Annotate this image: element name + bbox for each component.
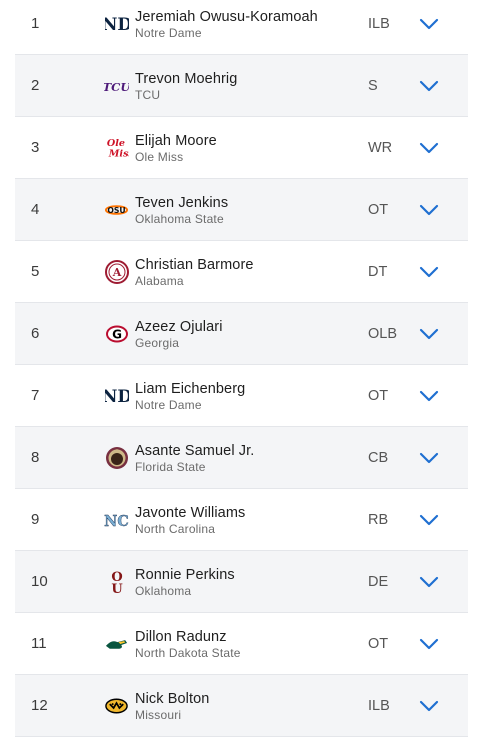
player-position: OT <box>368 635 389 652</box>
svg-text:ND: ND <box>105 387 129 407</box>
prospect-row[interactable]: 5 A Christian Barmore Alabama DT <box>15 241 468 303</box>
chevron-down-icon[interactable] <box>416 572 442 592</box>
player-name: Javonte Williams <box>135 505 246 521</box>
prospect-row[interactable]: 10 OU Ronnie Perkins Oklahoma DE <box>15 551 468 613</box>
chevron-down-icon[interactable] <box>416 386 442 406</box>
rank-number: 3 <box>31 139 40 156</box>
player-position: OT <box>368 201 389 218</box>
tcu-logo: TCU <box>104 73 129 98</box>
oklahoma-state-logo: OSU <box>104 197 129 222</box>
school-name: North Dakota State <box>135 646 241 660</box>
school-name: North Carolina <box>135 522 216 536</box>
player-name: Azeez Ojulari <box>135 319 223 335</box>
school-name: Oklahoma <box>135 584 192 598</box>
school-name: Notre Dame <box>135 26 202 40</box>
player-position: ILB <box>368 697 390 714</box>
player-position: ILB <box>368 15 390 32</box>
rank-number: 8 <box>31 449 40 466</box>
rank-number: 12 <box>31 697 48 714</box>
florida-state-logo <box>104 445 129 470</box>
prospect-row[interactable]: 6 G Azeez Ojulari Georgia OLB <box>15 303 468 365</box>
player-position: OLB <box>368 325 398 342</box>
prospect-list: 1 ND Jeremiah Owusu-Koramoah Notre Dame … <box>0 0 483 737</box>
alabama-logo: A <box>104 259 129 284</box>
prospect-row[interactable]: 7 ND Liam Eichenberg Notre Dame OT <box>15 365 468 427</box>
player-name: Teven Jenkins <box>135 195 229 211</box>
rank-number: 4 <box>31 201 40 218</box>
school-name: Florida State <box>135 460 206 474</box>
notre-dame-logo: ND <box>104 11 129 36</box>
prospect-row[interactable]: 12 Nick Bolton Missouri ILB <box>15 675 468 737</box>
chevron-down-icon[interactable] <box>416 76 442 96</box>
chevron-down-icon[interactable] <box>416 14 442 34</box>
svg-text:ND: ND <box>105 15 129 35</box>
chevron-down-icon[interactable] <box>416 138 442 158</box>
player-position: S <box>368 77 378 94</box>
svg-text:Ole: Ole <box>107 138 125 149</box>
player-name: Asante Samuel Jr. <box>135 443 255 459</box>
svg-text:G: G <box>112 327 122 341</box>
prospect-row[interactable]: 9 NC Javonte Williams North Carolina RB <box>15 489 468 551</box>
school-name: Missouri <box>135 708 182 722</box>
prospect-row[interactable]: 4 OSU Teven Jenkins Oklahoma State OT <box>15 179 468 241</box>
prospect-row[interactable]: 3 OleMiss Elijah Moore Ole Miss WR <box>15 117 468 179</box>
player-position: DE <box>368 573 389 590</box>
ole-miss-logo: OleMiss <box>104 135 129 160</box>
chevron-down-icon[interactable] <box>416 634 442 654</box>
svg-text:OSU: OSU <box>107 205 125 214</box>
player-name: Jeremiah Owusu-Koramoah <box>135 9 318 25</box>
school-name: Georgia <box>135 336 180 350</box>
north-carolina-logo: NC <box>104 507 129 532</box>
rank-number: 5 <box>31 263 40 280</box>
player-name: Elijah Moore <box>135 133 217 149</box>
chevron-down-icon[interactable] <box>416 324 442 344</box>
prospect-row[interactable]: 11 Dillon Radunz North Dakota State OT <box>15 613 468 675</box>
prospect-row[interactable]: 2 TCU Trevon Moehrig TCU S <box>15 55 468 117</box>
rank-number: 11 <box>31 635 47 652</box>
north-dakota-state-logo <box>104 631 129 656</box>
svg-text:Miss: Miss <box>108 148 129 159</box>
svg-text:TCU: TCU <box>104 79 129 93</box>
rank-number: 1 <box>31 15 40 32</box>
school-name: TCU <box>135 88 161 102</box>
player-name: Liam Eichenberg <box>135 381 246 397</box>
school-name: Ole Miss <box>135 150 184 164</box>
player-name: Ronnie Perkins <box>135 567 235 583</box>
prospect-row[interactable]: 8 Asante Samuel Jr. Florida State CB <box>15 427 468 489</box>
school-name: Oklahoma State <box>135 212 224 226</box>
chevron-down-icon[interactable] <box>416 510 442 530</box>
rank-number: 6 <box>31 325 40 342</box>
rank-number: 10 <box>31 573 48 590</box>
player-position: OT <box>368 387 389 404</box>
player-name: Trevon Moehrig <box>135 71 238 87</box>
chevron-down-icon[interactable] <box>416 262 442 282</box>
svg-text:NC: NC <box>104 512 129 529</box>
svg-text:U: U <box>111 582 123 595</box>
prospect-row[interactable]: 1 ND Jeremiah Owusu-Koramoah Notre Dame … <box>15 0 468 55</box>
oklahoma-logo: OU <box>104 569 129 595</box>
player-position: RB <box>368 511 389 528</box>
chevron-down-icon[interactable] <box>416 448 442 468</box>
chevron-down-icon[interactable] <box>416 696 442 716</box>
rank-number: 2 <box>31 77 40 94</box>
player-position: CB <box>368 449 389 466</box>
school-name: Notre Dame <box>135 398 202 412</box>
player-position: WR <box>368 139 393 156</box>
player-position: DT <box>368 263 388 280</box>
missouri-logo <box>104 693 129 718</box>
georgia-logo: G <box>104 321 129 346</box>
player-name: Christian Barmore <box>135 257 254 273</box>
player-name: Dillon Radunz <box>135 629 227 645</box>
school-name: Alabama <box>135 274 184 288</box>
svg-text:A: A <box>111 266 121 279</box>
rank-number: 7 <box>31 387 40 404</box>
player-name: Nick Bolton <box>135 691 210 707</box>
chevron-down-icon[interactable] <box>416 200 442 220</box>
notre-dame-logo: ND <box>104 383 129 408</box>
rank-number: 9 <box>31 511 40 528</box>
